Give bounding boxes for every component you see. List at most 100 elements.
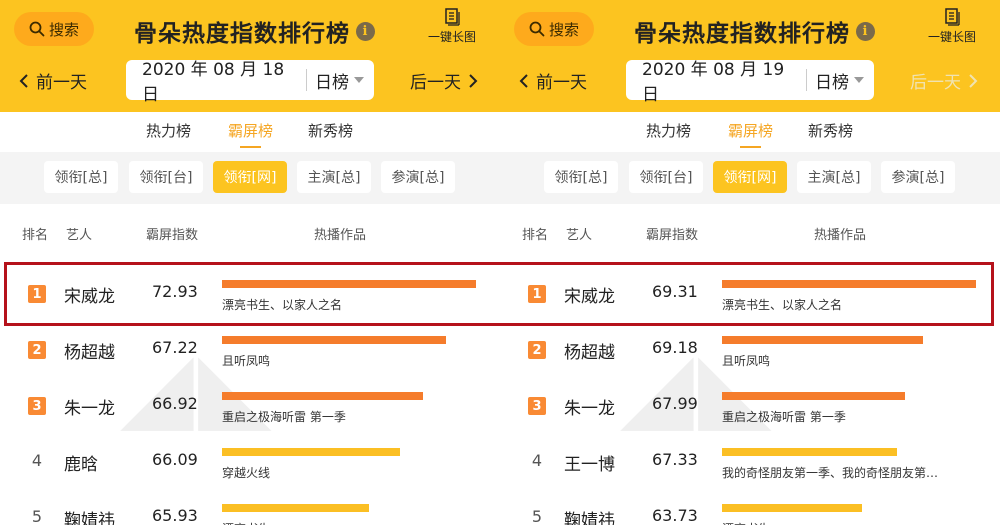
dominance-score: 72.93: [152, 282, 198, 301]
score-bar: [222, 504, 369, 512]
period-select[interactable]: 日榜: [307, 68, 364, 93]
tab-rookie[interactable]: 新秀榜: [308, 120, 353, 141]
next-day-button[interactable]: 后一天: [910, 68, 979, 93]
period-select[interactable]: 日榜: [807, 68, 864, 93]
dominance-score: 67.33: [652, 450, 698, 469]
tab-rookie[interactable]: 新秀榜: [808, 120, 853, 141]
artist-name[interactable]: 朱一龙: [64, 394, 115, 419]
tab-heat[interactable]: 热力榜: [146, 120, 191, 141]
ranking-row[interactable]: 5 鞠婧祎 63.73 漂亮书生: [500, 490, 1000, 525]
filter-lead-web[interactable]: 领衔[网]: [213, 161, 287, 193]
rank-number: 1: [528, 285, 546, 303]
filter-support-total[interactable]: 参演[总]: [381, 161, 455, 193]
dominance-score: 67.22: [152, 338, 198, 357]
score-bar: [222, 448, 400, 456]
tab-heat[interactable]: 热力榜: [646, 120, 691, 141]
rank-number: 3: [28, 397, 46, 415]
filter-main-total[interactable]: 主演[总]: [297, 161, 371, 193]
tab-dominance[interactable]: 霸屏榜: [228, 120, 273, 148]
featured-works[interactable]: 漂亮书生、以家人之名: [722, 296, 978, 313]
featured-works[interactable]: 漂亮书生: [222, 520, 478, 525]
ranking-row[interactable]: 2 杨超越 67.22 且听凤鸣: [0, 322, 500, 378]
artist-name[interactable]: 宋威龙: [564, 282, 615, 307]
filter-main-total[interactable]: 主演[总]: [797, 161, 871, 193]
ranking-row[interactable]: 3 朱一龙 66.92 重启之极海听雷 第一季: [0, 378, 500, 434]
filter-lead-tv[interactable]: 领衔[台]: [629, 161, 703, 193]
long-image-button[interactable]: 一键长图: [420, 8, 484, 45]
ranking-row[interactable]: 1 宋威龙 69.31 漂亮书生、以家人之名: [500, 266, 1000, 322]
column-header-works: 热播作品: [814, 228, 867, 243]
featured-works[interactable]: 重启之极海听雷 第一季: [722, 408, 978, 425]
next-day-label: 后一天: [910, 73, 961, 93]
artist-name[interactable]: 宋威龙: [64, 282, 115, 307]
page-title: 骨朵热度指数排行榜 i: [634, 14, 875, 48]
artist-name[interactable]: 王一博: [564, 450, 615, 475]
chevron-right-icon: [469, 73, 478, 88]
dominance-score: 67.99: [652, 394, 698, 413]
column-header-rank: 排名: [22, 228, 49, 243]
artist-name[interactable]: 鞠婧祎: [64, 506, 115, 525]
score-bar: [222, 280, 476, 288]
document-icon: [445, 8, 460, 26]
score-bar: [222, 336, 446, 344]
ranking-row[interactable]: 2 杨超越 69.18 且听凤鸣: [500, 322, 1000, 378]
info-icon[interactable]: i: [856, 21, 875, 41]
search-button[interactable]: 搜索: [14, 12, 94, 46]
rank-number: 5: [531, 507, 543, 525]
featured-works[interactable]: 且听凤鸣: [722, 352, 978, 369]
artist-name[interactable]: 杨超越: [64, 338, 115, 363]
board-tabs: 热力榜 霸屏榜 新秀榜: [0, 112, 500, 152]
dominance-score: 66.09: [152, 450, 198, 469]
ranking-panel-left: 搜索 骨朵热度指数排行榜 i 一键长图 前一天 2020 年 08 月 18 日…: [0, 0, 500, 525]
ranking-row[interactable]: 3 朱一龙 67.99 重启之极海听雷 第一季: [500, 378, 1000, 434]
artist-name[interactable]: 鹿晗: [64, 450, 98, 475]
header: 搜索 骨朵热度指数排行榜 i 一键长图 前一天 2020 年 08 月 19 日…: [500, 0, 1000, 112]
featured-works[interactable]: 穿越火线: [222, 464, 478, 481]
artist-name[interactable]: 鞠婧祎: [564, 506, 615, 525]
search-button[interactable]: 搜索: [514, 12, 594, 46]
tab-dominance[interactable]: 霸屏榜: [728, 120, 773, 148]
period-value: 日榜: [315, 72, 349, 93]
rank-number: 4: [31, 451, 43, 470]
prev-day-button[interactable]: 前一天: [18, 68, 87, 93]
featured-works[interactable]: 重启之极海听雷 第一季: [222, 408, 478, 425]
info-icon[interactable]: i: [356, 21, 375, 41]
rank-number: 2: [528, 341, 546, 359]
long-image-label: 一键长图: [427, 30, 476, 44]
featured-works[interactable]: 我的奇怪朋友第一季、我的奇怪朋友第…: [722, 464, 978, 481]
featured-works[interactable]: 漂亮书生、以家人之名: [222, 296, 478, 313]
score-bar: [222, 392, 423, 400]
page-title-text: 骨朵热度指数排行榜: [134, 21, 350, 47]
filter-lead-web[interactable]: 领衔[网]: [713, 161, 787, 193]
ranking-row[interactable]: 5 鞠婧祎 65.93 漂亮书生: [0, 490, 500, 525]
date-selector[interactable]: 2020 年 08 月 18 日 日榜: [126, 60, 374, 105]
next-day-button[interactable]: 后一天: [410, 68, 479, 93]
date-value: 2020 年 08 月 19 日: [642, 60, 785, 105]
artist-name[interactable]: 朱一龙: [564, 394, 615, 419]
dominance-score: 66.92: [152, 394, 198, 413]
header: 搜索 骨朵热度指数排行榜 i 一键长图 前一天 2020 年 08 月 18 日…: [0, 0, 500, 112]
prev-day-label: 前一天: [536, 73, 587, 93]
search-icon: [29, 21, 45, 37]
document-icon: [945, 8, 960, 26]
featured-works[interactable]: 漂亮书生: [722, 520, 978, 525]
next-day-label: 后一天: [410, 73, 461, 93]
filter-lead-total[interactable]: 领衔[总]: [544, 161, 618, 193]
featured-works[interactable]: 且听凤鸣: [222, 352, 478, 369]
filter-bar: 领衔[总] 领衔[台] 领衔[网] 主演[总] 参演[总]: [0, 152, 500, 204]
ranking-row[interactable]: 4 王一博 67.33 我的奇怪朋友第一季、我的奇怪朋友第…: [500, 434, 1000, 490]
filter-lead-tv[interactable]: 领衔[台]: [129, 161, 203, 193]
chevron-left-icon: [19, 73, 28, 88]
long-image-button[interactable]: 一键长图: [920, 8, 984, 45]
artist-name[interactable]: 杨超越: [564, 338, 615, 363]
chevron-right-icon: [969, 73, 978, 88]
prev-day-button[interactable]: 前一天: [518, 68, 587, 93]
rank-number: 1: [28, 285, 46, 303]
ranking-row[interactable]: 1 宋威龙 72.93 漂亮书生、以家人之名: [0, 266, 500, 322]
rank-number: 2: [28, 341, 46, 359]
filter-support-total[interactable]: 参演[总]: [881, 161, 955, 193]
rank-number: 4: [531, 451, 543, 470]
ranking-row[interactable]: 4 鹿晗 66.09 穿越火线: [0, 434, 500, 490]
filter-lead-total[interactable]: 领衔[总]: [44, 161, 118, 193]
date-selector[interactable]: 2020 年 08 月 19 日 日榜: [626, 60, 874, 105]
